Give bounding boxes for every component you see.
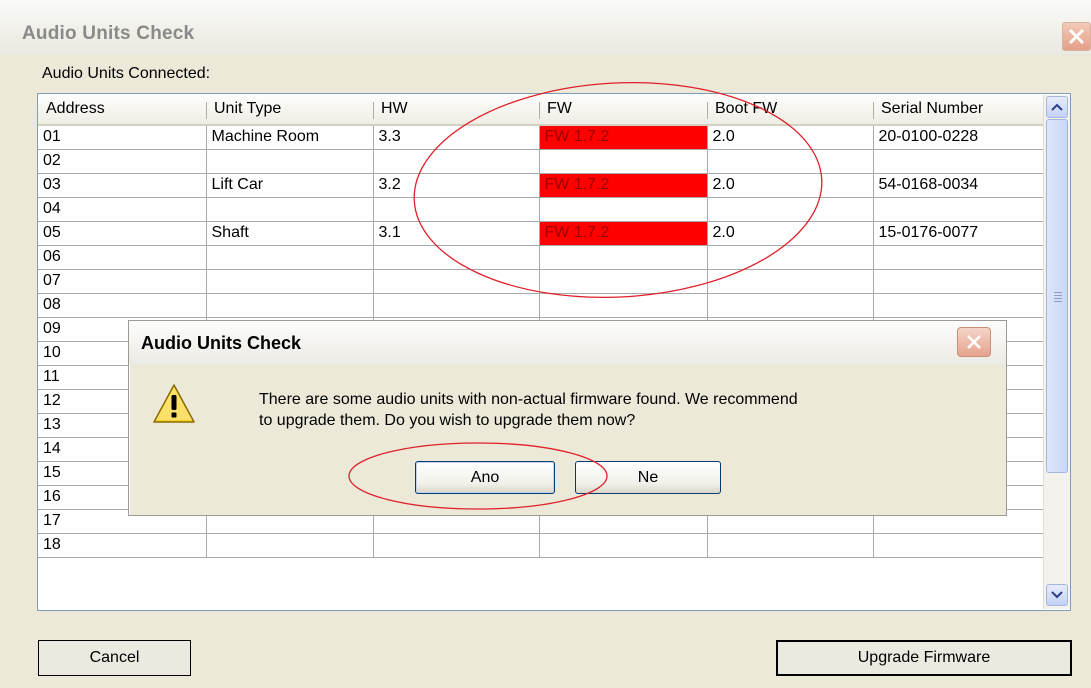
- window-close-button[interactable]: [1062, 22, 1091, 51]
- chevron-down-icon: [1051, 591, 1063, 599]
- dialog-close-button[interactable]: [957, 327, 991, 357]
- cell-fw[interactable]: [539, 293, 708, 318]
- column-header-address[interactable]: Address: [38, 94, 206, 126]
- cell-serial-number[interactable]: 15-0176-0077: [873, 221, 1045, 246]
- cell-boot-fw[interactable]: [707, 149, 874, 174]
- cell-hw[interactable]: 3.2: [373, 173, 540, 198]
- column-header-hw[interactable]: HW: [373, 94, 539, 126]
- cell-boot-fw[interactable]: [707, 533, 874, 558]
- cell-boot-fw[interactable]: [707, 293, 874, 318]
- yes-button[interactable]: Ano: [415, 461, 555, 494]
- window-titlebar: Audio Units Check: [0, 0, 1091, 54]
- table-row[interactable]: 06: [38, 245, 1045, 270]
- scroll-thumb[interactable]: [1046, 119, 1068, 473]
- cell-hw[interactable]: [373, 245, 540, 270]
- cell-fw[interactable]: [539, 149, 708, 174]
- cell-boot-fw[interactable]: [707, 197, 874, 222]
- cell-hw[interactable]: [373, 269, 540, 294]
- column-header-fw[interactable]: FW: [539, 94, 707, 126]
- cell-unit-type[interactable]: [206, 245, 374, 270]
- cell-unit-type[interactable]: [206, 269, 374, 294]
- table-row[interactable]: 07: [38, 269, 1045, 294]
- cell-address[interactable]: 03: [38, 173, 207, 198]
- cell-fw[interactable]: [539, 197, 708, 222]
- table-row[interactable]: 04: [38, 197, 1045, 222]
- cell-fw[interactable]: [539, 269, 708, 294]
- scroll-down-button[interactable]: [1046, 584, 1068, 606]
- table-row[interactable]: 02: [38, 149, 1045, 174]
- cell-serial-number[interactable]: 20-0100-0228: [873, 125, 1045, 150]
- cell-hw[interactable]: [373, 197, 540, 222]
- cell-address[interactable]: 07: [38, 269, 207, 294]
- cell-fw[interactable]: FW 1.7.2: [539, 125, 708, 150]
- cell-address[interactable]: 01: [38, 125, 207, 150]
- dialog-title: Audio Units Check: [141, 333, 302, 353]
- table-row[interactable]: 18: [38, 533, 1045, 558]
- group-label: Audio Units Connected:: [42, 65, 211, 82]
- cell-unit-type[interactable]: [206, 149, 374, 174]
- cell-hw[interactable]: [373, 149, 540, 174]
- cell-hw[interactable]: 3.3: [373, 125, 540, 150]
- table-header-row: Address Unit Type HW FW Boot FW Serial N…: [38, 94, 1044, 126]
- cell-boot-fw[interactable]: 2.0: [707, 173, 874, 198]
- cell-boot-fw[interactable]: 2.0: [707, 221, 874, 246]
- cell-serial-number[interactable]: [873, 149, 1045, 174]
- table-row[interactable]: 08: [38, 293, 1045, 318]
- cell-fw[interactable]: [539, 533, 708, 558]
- close-icon: [967, 335, 981, 349]
- cell-address[interactable]: 06: [38, 245, 207, 270]
- cell-address[interactable]: 04: [38, 197, 207, 222]
- cell-unit-type[interactable]: [206, 533, 374, 558]
- cell-serial-number[interactable]: 54-0168-0034: [873, 173, 1045, 198]
- dialog-message-line: There are some audio units with non-actu…: [259, 391, 798, 408]
- cell-serial-number[interactable]: [873, 293, 1045, 318]
- column-header-serial-number[interactable]: Serial Number: [873, 94, 1044, 126]
- table-row[interactable]: 05 Shaft 3.1 FW 1.7.2 2.0 15-0176-0077: [38, 221, 1045, 246]
- dialog-message-line: to upgrade them. Do you wish to upgrade …: [259, 412, 636, 429]
- cell-boot-fw[interactable]: [707, 245, 874, 270]
- cancel-button[interactable]: Cancel: [38, 640, 191, 676]
- cell-serial-number[interactable]: [873, 197, 1045, 222]
- cell-serial-number[interactable]: [873, 245, 1045, 270]
- grip-icon: [1054, 290, 1062, 304]
- cell-hw[interactable]: [373, 293, 540, 318]
- cell-unit-type[interactable]: Shaft: [206, 221, 374, 246]
- cell-address[interactable]: 05: [38, 221, 207, 246]
- cell-unit-type[interactable]: [206, 197, 374, 222]
- cell-address[interactable]: 18: [38, 533, 207, 558]
- warning-icon: [153, 384, 195, 423]
- confirm-dialog: Audio Units Check There are some audio u…: [128, 320, 1007, 516]
- cell-serial-number[interactable]: [873, 269, 1045, 294]
- cell-address[interactable]: 08: [38, 293, 207, 318]
- close-icon: [1068, 28, 1085, 45]
- dialog-titlebar: Audio Units Check: [129, 321, 1006, 365]
- upgrade-firmware-button[interactable]: Upgrade Firmware: [776, 640, 1072, 676]
- cell-boot-fw[interactable]: 2.0: [707, 125, 874, 150]
- cell-fw[interactable]: FW 1.7.2: [539, 173, 708, 198]
- column-header-boot-fw[interactable]: Boot FW: [707, 94, 873, 126]
- cell-fw[interactable]: FW 1.7.2: [539, 221, 708, 246]
- cell-boot-fw[interactable]: [707, 269, 874, 294]
- cell-address[interactable]: 02: [38, 149, 207, 174]
- cell-hw[interactable]: [373, 533, 540, 558]
- scroll-up-button[interactable]: [1046, 96, 1068, 118]
- table-row[interactable]: 01 Machine Room 3.3 FW 1.7.2 2.0 20-0100-0228: [38, 125, 1045, 150]
- no-button[interactable]: Ne: [575, 461, 721, 494]
- table-row[interactable]: 03 Lift Car 3.2 FW 1.7.2 2.0 54-0168-0034: [38, 173, 1045, 198]
- chevron-up-icon: [1051, 103, 1063, 111]
- cell-unit-type[interactable]: Lift Car: [206, 173, 374, 198]
- vertical-scrollbar[interactable]: [1043, 95, 1070, 609]
- cell-hw[interactable]: 3.1: [373, 221, 540, 246]
- column-header-unit-type[interactable]: Unit Type: [206, 94, 373, 126]
- window-title: Audio Units Check: [22, 23, 195, 44]
- cell-unit-type[interactable]: [206, 293, 374, 318]
- cell-fw[interactable]: [539, 245, 708, 270]
- cell-unit-type[interactable]: Machine Room: [206, 125, 374, 150]
- cell-serial-number[interactable]: [873, 533, 1045, 558]
- dialog-message: There are some audio units with non-actu…: [259, 389, 999, 431]
